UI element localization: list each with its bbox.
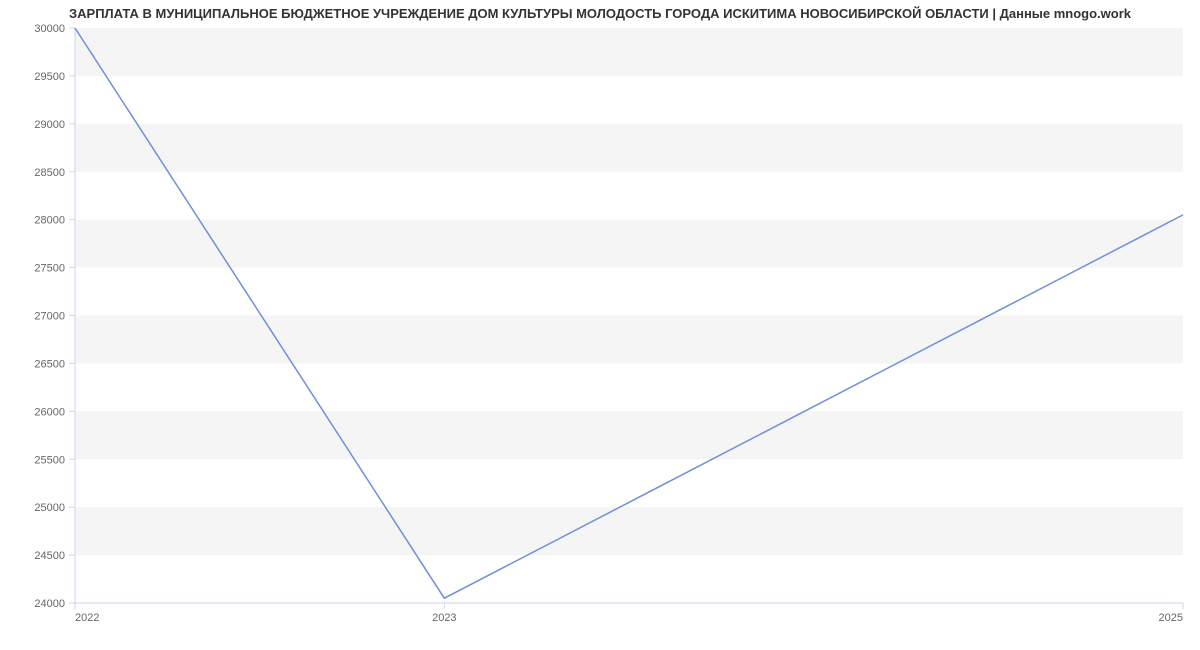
x-tick-label: 2025 — [1159, 612, 1183, 624]
y-tick-label: 28500 — [34, 167, 65, 179]
y-tick-label: 30000 — [34, 23, 65, 35]
chart-svg: 24000 24500 25000 25500 26000 26500 27000 27500… — [0, 0, 1200, 650]
grid-band — [75, 316, 1183, 364]
y-tick-label: 26500 — [34, 358, 65, 370]
grid-band — [75, 507, 1183, 555]
y-tick-label: 25000 — [34, 502, 65, 514]
y-tick-label: 26000 — [34, 406, 65, 418]
y-tick-label: 29500 — [34, 71, 65, 83]
y-tick-label: 29000 — [34, 119, 65, 131]
y-tick-label: 25500 — [34, 454, 65, 466]
grid-band — [75, 124, 1183, 172]
grid-band — [75, 28, 1183, 76]
y-tick-label: 24500 — [34, 550, 65, 562]
grid-band — [75, 220, 1183, 268]
x-tick-label: 2023 — [432, 612, 456, 624]
chart-container: ЗАРПЛАТА В МУНИЦИПАЛЬНОЕ БЮДЖЕТНОЕ УЧРЕЖ… — [0, 0, 1200, 650]
y-tick-label: 28000 — [34, 215, 65, 227]
grid-band — [75, 411, 1183, 459]
x-tick-label: 2022 — [75, 612, 99, 624]
y-tick-label: 27000 — [34, 311, 65, 323]
y-tick-label: 24000 — [34, 598, 65, 610]
y-tick-label: 27500 — [34, 263, 65, 275]
